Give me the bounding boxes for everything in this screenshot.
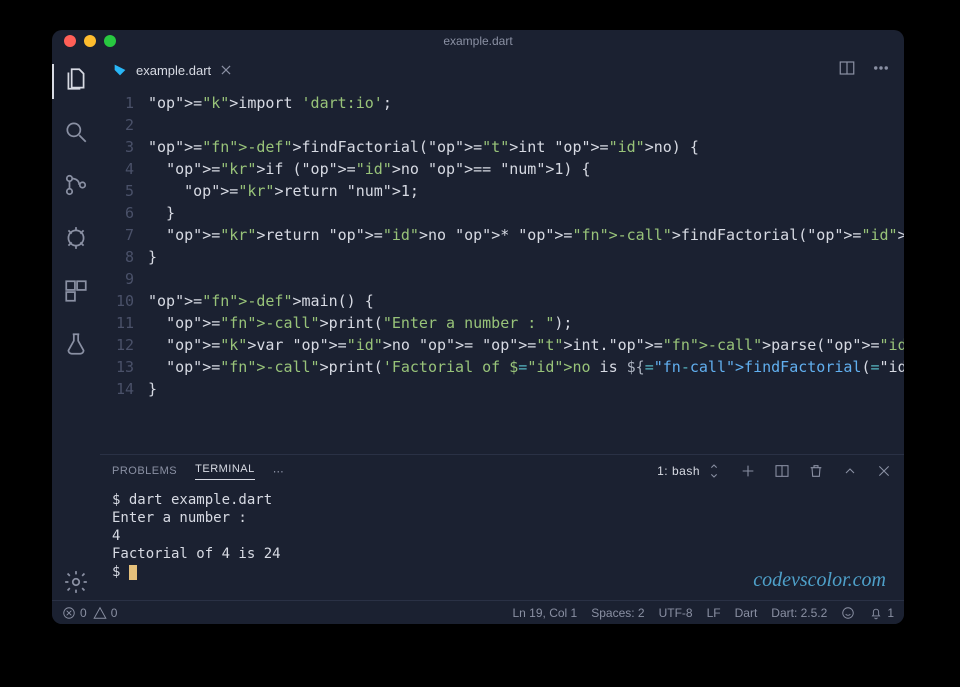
status-bar: 0 0 Ln 19, Col 1 Spaces: 2 UTF-8 LF Dart…: [52, 600, 904, 624]
window-title: example.dart: [52, 34, 904, 48]
split-editor-icon[interactable]: [838, 59, 856, 82]
debug-icon[interactable]: [63, 225, 89, 256]
terminal-output[interactable]: $ dart example.dart Enter a number : 4 F…: [100, 487, 904, 600]
panel-tab-problems[interactable]: PROBLEMS: [112, 465, 177, 477]
status-warnings[interactable]: 0: [93, 606, 118, 620]
panel-tabs: PROBLEMS TERMINAL ⋯ 1: bash: [100, 455, 904, 487]
status-feedback-icon[interactable]: [841, 606, 855, 620]
status-notifications[interactable]: 1: [869, 606, 894, 620]
close-icon[interactable]: [219, 63, 233, 77]
terminal-selector[interactable]: 1: bash: [657, 463, 722, 479]
panel-tab-terminal[interactable]: TERMINAL: [195, 463, 255, 480]
window-controls: [52, 35, 116, 47]
status-dart-version[interactable]: Dart: 2.5.2: [771, 606, 827, 620]
new-terminal-icon[interactable]: [740, 463, 756, 479]
split-terminal-icon[interactable]: [774, 463, 790, 479]
dropdown-icon: [706, 463, 722, 479]
bottom-panel: PROBLEMS TERMINAL ⋯ 1: bash $ dart examp…: [100, 454, 904, 600]
test-icon[interactable]: [63, 331, 89, 362]
code-content[interactable]: "op">="k">import 'dart:io'; "op">="fn">-…: [148, 92, 904, 454]
titlebar: example.dart: [52, 30, 904, 52]
explorer-icon[interactable]: [63, 66, 89, 97]
editor-area: 1234567891011121314 "op">="k">import 'da…: [100, 88, 904, 454]
minimize-window-button[interactable]: [84, 35, 96, 47]
vscode-window: example.dart: [52, 30, 904, 624]
source-control-icon[interactable]: [63, 172, 89, 203]
activity-bar: [52, 52, 100, 600]
chevron-up-icon[interactable]: [842, 463, 858, 479]
dart-file-icon: [112, 62, 128, 78]
code-editor[interactable]: 1234567891011121314 "op">="k">import 'da…: [100, 88, 904, 454]
more-actions-icon[interactable]: [872, 59, 890, 82]
warning-icon: [93, 606, 107, 620]
maximize-window-button[interactable]: [104, 35, 116, 47]
status-eol[interactable]: LF: [707, 606, 721, 620]
tab-example-dart[interactable]: example.dart: [100, 52, 243, 88]
tab-label: example.dart: [136, 63, 211, 78]
status-encoding[interactable]: UTF-8: [659, 606, 693, 620]
error-icon: [62, 606, 76, 620]
close-panel-icon[interactable]: [876, 463, 892, 479]
extensions-icon[interactable]: [63, 278, 89, 309]
trash-icon[interactable]: [808, 463, 824, 479]
panel-more-icon[interactable]: ⋯: [273, 465, 285, 478]
smiley-icon: [841, 606, 855, 620]
bell-icon: [869, 606, 883, 620]
terminal-shell-label: 1: bash: [657, 464, 700, 478]
line-number-gutter: 1234567891011121314: [100, 92, 148, 454]
close-window-button[interactable]: [64, 35, 76, 47]
settings-gear-icon[interactable]: [63, 569, 89, 600]
status-cursor-position[interactable]: Ln 19, Col 1: [513, 606, 578, 620]
status-indent[interactable]: Spaces: 2: [591, 606, 644, 620]
status-errors[interactable]: 0: [62, 606, 87, 620]
search-icon[interactable]: [63, 119, 89, 150]
status-language[interactable]: Dart: [735, 606, 758, 620]
editor-tabs: example.dart: [100, 52, 904, 88]
